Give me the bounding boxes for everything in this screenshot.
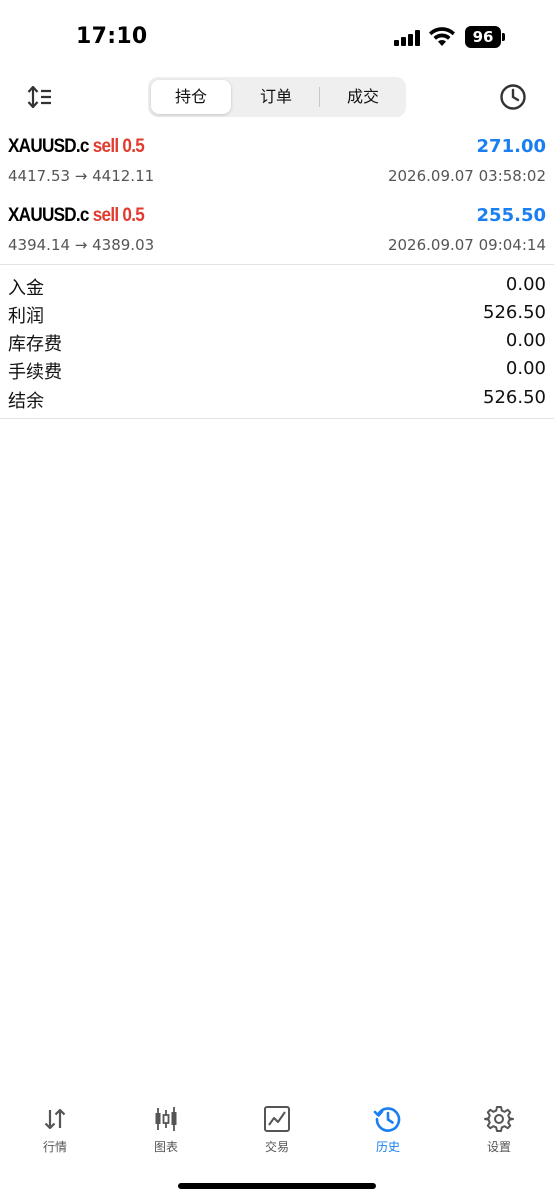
tab-label: 行情 <box>42 1140 67 1154</box>
trade-row[interactable]: XAUUSD.c sell 0.5 271.00 4417.53 → 4412.… <box>0 136 554 204</box>
summary-value: 0.00 <box>505 274 546 295</box>
trade-side: sell 0.5 <box>92 136 145 157</box>
home-indicator[interactable] <box>178 1183 376 1189</box>
quotes-arrows-icon <box>44 1108 66 1130</box>
tab-label: 设置 <box>486 1140 511 1154</box>
summary-label: 手续费 <box>8 362 62 383</box>
trade-time: 2026.09.07 09:04:14 <box>387 236 546 254</box>
tab-chart[interactable]: 图表 <box>111 1096 221 1162</box>
trade-side: sell 0.5 <box>92 205 145 226</box>
tab-history[interactable]: 历史 <box>333 1096 443 1162</box>
summary-value: 526.50 <box>483 302 546 323</box>
summary-label: 结余 <box>8 391 44 412</box>
tab-positions[interactable]: 持仓 <box>151 80 231 114</box>
summary-value: 0.00 <box>505 330 546 351</box>
tab-settings[interactable]: 设置 <box>444 1096 554 1162</box>
status-time: 17:10 <box>76 24 148 49</box>
summary-value: 0.00 <box>505 358 546 379</box>
candlestick-chart-icon <box>155 1107 177 1131</box>
bottom-tab-bar: 行情 图表 交易 历史 设置 <box>0 1096 554 1166</box>
trade-chart-icon <box>264 1106 290 1132</box>
top-nav: 持仓 订单 成交 <box>0 76 554 118</box>
sort-icon[interactable] <box>24 82 54 112</box>
trade-profit: 255.50 <box>476 205 546 226</box>
divider <box>0 418 554 419</box>
battery-level: 96 <box>465 26 501 48</box>
summary-label: 入金 <box>8 278 44 299</box>
trade-profit: 271.00 <box>476 136 546 157</box>
divider <box>0 264 554 265</box>
tab-label: 历史 <box>375 1140 400 1154</box>
tab-label: 图表 <box>153 1140 178 1154</box>
tab-deals[interactable]: 成交 <box>323 80 403 114</box>
trade-prices: 4417.53 → 4412.11 <box>8 167 155 185</box>
summary-value: 526.50 <box>483 387 546 408</box>
trade-symbol: XAUUSD.c <box>8 205 89 226</box>
summary-label: 库存费 <box>8 334 62 355</box>
trade-symbol-line: XAUUSD.c sell 0.5 <box>8 205 145 227</box>
history-clock-icon <box>373 1107 401 1132</box>
trade-prices: 4394.14 → 4389.03 <box>8 236 155 254</box>
summary-row-profit: 利润 526.50 <box>0 302 554 330</box>
tab-trade[interactable]: 交易 <box>222 1096 332 1162</box>
summary-row-swap: 库存费 0.00 <box>0 330 554 358</box>
summary-row-balance: 结余 526.50 <box>0 387 554 415</box>
status-bar: 17:10 96 <box>0 0 554 70</box>
summary-row-deposit: 入金 0.00 <box>0 274 554 302</box>
trade-row[interactable]: XAUUSD.c sell 0.5 255.50 4394.14 → 4389.… <box>0 205 554 273</box>
tab-quotes[interactable]: 行情 <box>0 1096 110 1162</box>
summary-label: 利润 <box>8 306 44 327</box>
tab-label: 交易 <box>264 1140 289 1154</box>
summary-row-commission: 手续费 0.00 <box>0 358 554 386</box>
trade-symbol: XAUUSD.c <box>8 136 89 157</box>
signal-icon <box>394 30 420 46</box>
clock-icon[interactable] <box>498 82 528 112</box>
segmented-control: 持仓 订单 成交 <box>148 77 406 117</box>
wifi-icon <box>429 27 455 46</box>
trade-symbol-line: XAUUSD.c sell 0.5 <box>8 136 145 158</box>
tab-orders[interactable]: 订单 <box>236 80 316 114</box>
battery-icon: 96 <box>465 26 505 48</box>
trade-time: 2026.09.07 03:58:02 <box>387 167 546 185</box>
gear-icon <box>484 1106 514 1132</box>
segment-divider <box>319 87 320 107</box>
